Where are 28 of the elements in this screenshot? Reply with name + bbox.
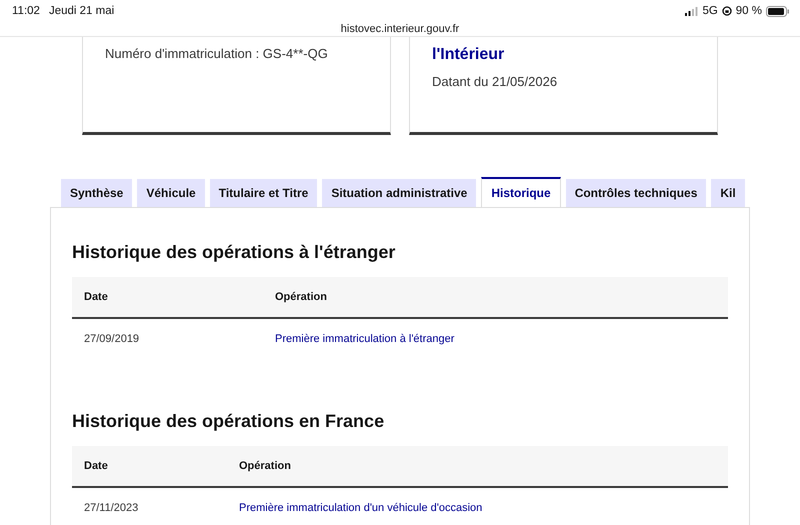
- rotation-lock-icon: [722, 6, 732, 16]
- tab[interactable]: Kil: [711, 179, 745, 207]
- section-heading: Historique des opérations à l'étranger: [72, 242, 396, 262]
- tab[interactable]: Véhicule: [137, 179, 205, 207]
- card-text: Datant du 21/05/2026: [432, 74, 558, 89]
- tab[interactable]: Titulaire et Titre: [210, 179, 318, 207]
- tab[interactable]: Contrôles techniques: [566, 179, 706, 207]
- column-header: Opération: [227, 446, 728, 488]
- network-label: 5G: [702, 5, 718, 17]
- operation-link[interactable]: Première immatriculation d'un véhicule d'occasion: [239, 502, 482, 514]
- tab[interactable]: Synthèse: [61, 179, 132, 207]
- tab[interactable]: Situation administrative: [322, 179, 476, 207]
- column-header: Opération: [263, 277, 728, 319]
- battery-percent: 90 %: [736, 5, 762, 17]
- clock-time: 11:02: [12, 5, 40, 17]
- column-header: Date: [72, 277, 263, 319]
- battery-icon: [766, 6, 790, 16]
- column-header: Date: [72, 446, 227, 488]
- date-cell-text: 27/09/2019: [83, 332, 140, 347]
- section-heading: Historique des opérations en France: [72, 411, 386, 431]
- tab[interactable]: Historique: [481, 177, 561, 207]
- url-text: histovec.interieur.gouv.fr: [340, 23, 460, 35]
- card-heading: l'Intérieur: [432, 46, 506, 64]
- signal-icon: [685, 6, 698, 16]
- operation-link[interactable]: Première immatriculation à l'étranger: [275, 333, 454, 345]
- card-text: Numéro d'immatriculation : GS-4**-QG: [105, 46, 329, 61]
- date-cell-text: 27/11/2023: [83, 501, 140, 516]
- date-text: Jeudi 21 mai: [48, 5, 114, 17]
